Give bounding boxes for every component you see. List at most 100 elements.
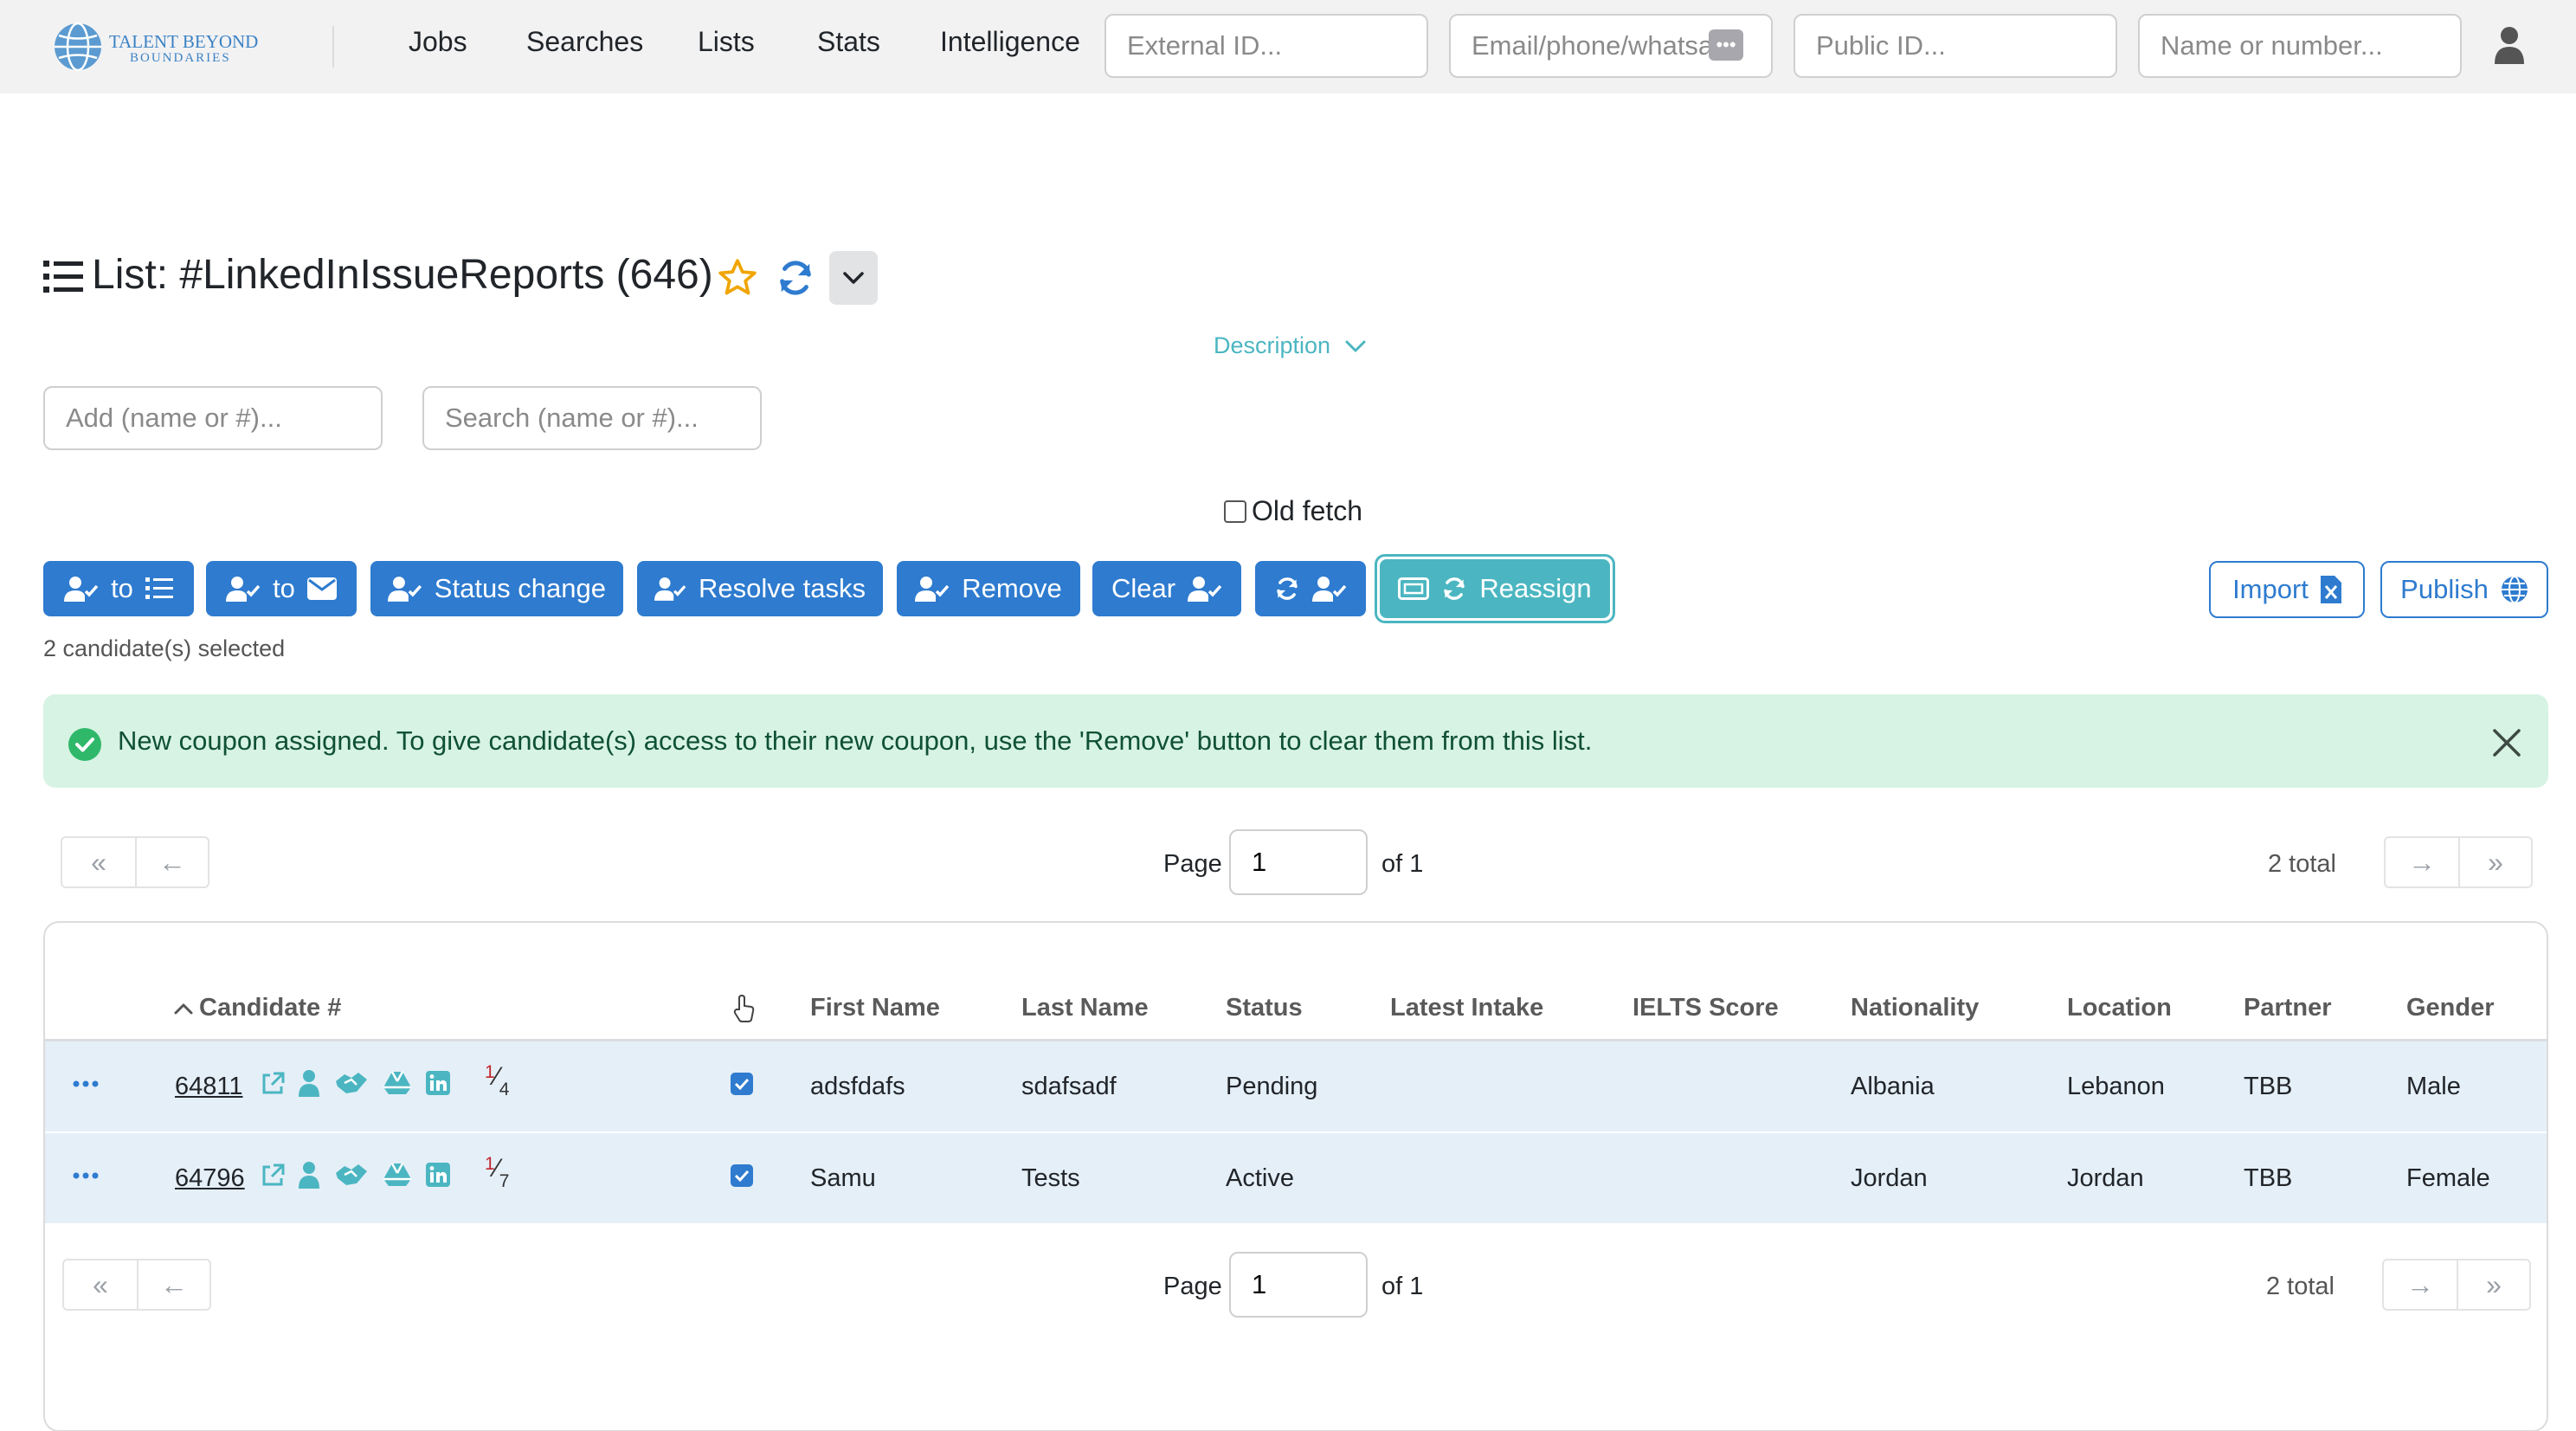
row-select-checkbox[interactable] [731,1073,753,1095]
reassign-button[interactable]: Reassign [1380,559,1610,618]
brand-line1: TALENT BEYOND [109,31,259,52]
candidate-number-link[interactable]: 64811 [175,1073,243,1101]
refresh-icon [1444,577,1465,600]
row-select-checkbox[interactable] [731,1164,753,1187]
add-to-list-label: to [111,573,133,603]
pagination-next-group: → » [2384,836,2533,888]
status-cell: Active [1226,1164,1294,1192]
page-number-input[interactable] [1229,829,1368,895]
page-number-input[interactable] [1229,1252,1368,1318]
external-link-icon[interactable] [260,1071,286,1097]
header-latest-intake[interactable]: Latest Intake [1390,994,1543,1022]
count-denominator: 4 [499,1080,510,1099]
handshake-icon[interactable] [334,1069,369,1097]
globe-logo-icon [55,22,101,72]
table-row[interactable]: 64811 1⁄4 adsfdafs sdafsadf Pending Alba… [45,1041,2547,1131]
name-number-input[interactable] [2138,14,2462,78]
header-status[interactable]: Status [1226,994,1303,1022]
resolve-tasks-label: Resolve tasks [699,573,866,603]
old-fetch-checkbox[interactable] [1224,500,1246,523]
linkedin-icon[interactable] [426,1163,450,1187]
page-title: List: #LinkedInIssueReports (646) [92,252,713,298]
nationality-cell: Jordan [1851,1164,1928,1192]
alert-message: New coupon assigned. To give candidate(s… [118,725,1593,756]
password-manager-icon[interactable]: ••• [1709,29,1743,61]
search-candidate-input[interactable] [422,386,762,450]
header-nationality[interactable]: Nationality [1851,994,1979,1022]
description-toggle[interactable]: Description [1214,332,1367,359]
add-candidate-input[interactable] [43,386,383,450]
header-partner[interactable]: Partner [2244,994,2332,1022]
email-candidates-label: to [273,573,295,603]
last-page-button[interactable]: » [2458,838,2531,886]
remove-button[interactable]: Remove [897,561,1080,616]
partner-cell: TBB [2244,1073,2293,1100]
status-cell: Pending [1226,1073,1318,1100]
candidate-number-link[interactable]: 64796 [175,1164,245,1193]
prev-page-button[interactable]: ← [135,838,208,886]
user-check-icon [1188,577,1222,602]
add-to-list-button[interactable]: to [43,561,194,616]
description-label: Description [1214,332,1331,358]
first-page-button[interactable]: « [62,838,135,886]
nationality-cell: Albania [1851,1073,1935,1100]
list-options-dropdown[interactable] [829,251,878,305]
resolve-tasks-button[interactable]: Resolve tasks [637,561,883,616]
user-check-icon [226,577,261,602]
email-candidates-button[interactable]: to [206,561,357,616]
header-last-name[interactable]: Last Name [1021,994,1149,1022]
nav-jobs[interactable]: Jobs [409,26,467,58]
user-check-icon [1312,577,1347,602]
external-id-input[interactable] [1104,14,1428,78]
nav-stats[interactable]: Stats [817,26,880,58]
refresh-selection-button[interactable] [1255,561,1366,616]
header-gender[interactable]: Gender [2406,994,2495,1022]
linkedin-icon[interactable] [426,1071,450,1095]
list-icon [43,261,83,293]
nav-searches[interactable]: Searches [526,26,643,58]
selection-count: 2 candidate(s) selected [43,635,286,661]
status-change-button[interactable]: Status change [370,561,623,616]
row-actions-icon[interactable] [73,1171,99,1180]
handshake-icon[interactable] [334,1161,369,1189]
old-fetch-label: Old fetch [1252,495,1363,526]
user-account-icon[interactable] [2493,26,2526,64]
last-page-button[interactable]: » [2457,1260,2529,1309]
first-page-button[interactable]: « [64,1260,137,1309]
person-icon[interactable] [298,1069,320,1097]
header-first-name[interactable]: First Name [810,994,940,1022]
star-icon[interactable] [715,256,760,300]
row-actions-icon[interactable] [73,1080,99,1088]
total-count: 2 total [2268,850,2336,878]
first-name-cell: Samu [810,1164,876,1192]
prev-page-button[interactable]: ← [137,1260,209,1309]
clear-selection-button[interactable]: Clear [1092,561,1241,616]
old-fetch-toggle[interactable]: Old fetch [1224,495,1362,527]
table-row[interactable]: 64796 1⁄7 Samu Tests Active Jordan Jorda… [45,1133,2547,1223]
header-location[interactable]: Location [2067,994,2172,1022]
next-page-button[interactable]: → [2386,838,2458,886]
ticket-icon [1398,577,1430,600]
location-cell: Lebanon [2067,1073,2165,1100]
gender-cell: Female [2406,1164,2490,1192]
nav-intelligence[interactable]: Intelligence [940,26,1080,58]
pagination-next-group: → » [2382,1259,2531,1311]
close-icon[interactable] [2491,727,2522,758]
external-link-icon[interactable] [260,1163,286,1189]
next-page-button[interactable]: → [2384,1260,2457,1309]
gender-cell: Male [2406,1073,2461,1100]
chevron-up-icon [174,1003,193,1014]
sort-candidate-header[interactable]: Candidate # [173,994,341,1022]
import-button[interactable]: Import [2209,561,2365,618]
header-ielts-score[interactable]: IELTS Score [1633,994,1779,1022]
count-numerator: 1 [485,1154,495,1174]
nav-lists[interactable]: Lists [698,26,755,58]
brand-logo[interactable]: TALENT BEYOND BOUNDARIES [52,21,268,73]
refresh-icon[interactable] [774,258,817,298]
google-drive-icon[interactable] [383,1163,412,1187]
google-drive-icon[interactable] [383,1071,412,1095]
publish-button[interactable]: Publish [2380,561,2548,618]
hand-pointer-icon[interactable] [731,994,757,1023]
public-id-input[interactable] [1794,14,2117,78]
person-icon[interactable] [298,1161,320,1189]
